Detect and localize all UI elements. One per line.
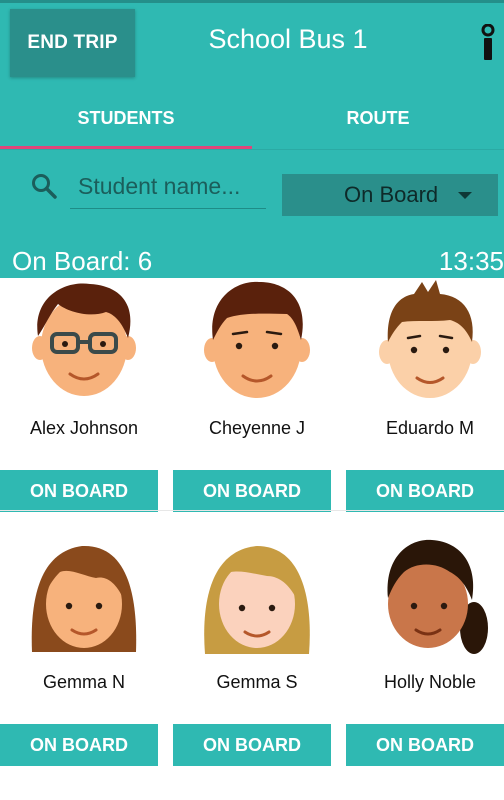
student-avatar [204, 546, 310, 654]
info-icon[interactable] [476, 24, 500, 62]
on-board-button[interactable]: ON BOARD [346, 724, 504, 766]
student-card: Holly Noble ON BOARD [346, 532, 504, 776]
student-card: Cheyenne J ON BOARD [173, 278, 341, 522]
student-name: Holly Noble [383, 672, 477, 692]
tab-students[interactable]: STUDENTS [0, 90, 252, 146]
on-board-button[interactable]: ON BOARD [173, 470, 331, 512]
student-avatar [32, 283, 136, 396]
search-input[interactable] [70, 165, 266, 209]
student-card: Gemma S ON BOARD [173, 532, 341, 776]
tab-route[interactable]: ROUTE [252, 90, 504, 146]
student-name: Gemma S [216, 672, 298, 692]
clock-time: 13:35 [438, 246, 504, 276]
student-name: Cheyenne J [208, 418, 306, 438]
student-card: Gemma N ON BOARD [0, 532, 168, 776]
row-divider [0, 510, 504, 511]
student-avatar [31, 545, 137, 652]
student-avatar [387, 539, 488, 654]
onboard-count: On Board: 6 [12, 246, 153, 276]
chevron-down-icon [458, 192, 472, 199]
end-trip-button[interactable]: END TRIP [10, 9, 135, 77]
tab-divider [0, 149, 504, 150]
on-board-button[interactable]: ON BOARD [346, 470, 504, 512]
student-name: Alex Johnson [29, 418, 139, 438]
student-avatar [379, 280, 481, 398]
student-name: Eduardo M [385, 418, 475, 438]
search-icon [32, 174, 57, 199]
on-board-button[interactable]: ON BOARD [0, 470, 158, 512]
filter-selected-value: On Board [344, 182, 439, 207]
status-filter-dropdown[interactable]: On Board [282, 174, 498, 216]
on-board-button[interactable]: ON BOARD [0, 724, 158, 766]
student-avatar [204, 281, 310, 398]
app-header: END TRIP School Bus 1 STUDENTS ROUTE On … [0, 0, 504, 278]
student-card: Eduardo M ON BOARD [346, 278, 504, 522]
student-card: Alex Johnson ON BOARD [0, 278, 168, 522]
status-strip [0, 0, 504, 3]
page-title: School Bus 1 [208, 24, 368, 54]
on-board-button[interactable]: ON BOARD [173, 724, 331, 766]
student-name: Gemma N [42, 672, 125, 692]
